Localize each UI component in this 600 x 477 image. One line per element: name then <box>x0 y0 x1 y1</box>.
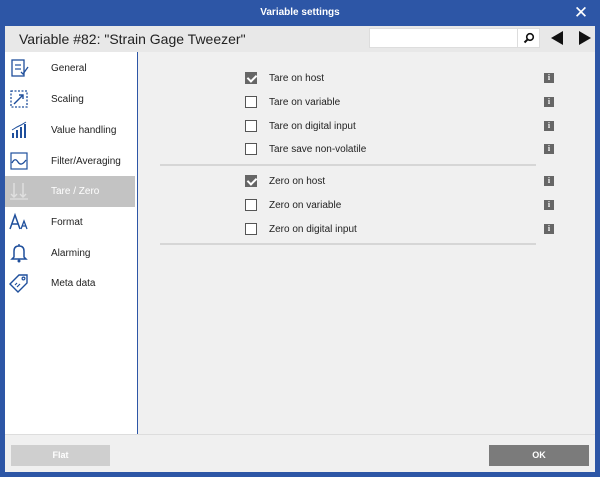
option-label: Tare on host <box>269 72 325 84</box>
sidebar-item-alarming[interactable]: Alarming <box>5 238 135 269</box>
bell-icon <box>10 244 28 263</box>
general-icon <box>11 59 29 77</box>
sidebar-item-scaling[interactable]: Scaling <box>5 84 135 115</box>
sidebar-item-label: Filter/Averaging <box>51 156 121 167</box>
sidebar-item-tare-zero[interactable]: Tare / Zero <box>5 176 135 207</box>
sidebar-item-general[interactable]: General <box>5 53 135 84</box>
zero-on-host-checkbox[interactable] <box>245 175 257 187</box>
info-icon[interactable]: i <box>544 200 554 210</box>
option-zero-on-variable: Zero on variable <box>245 197 555 213</box>
option-label: Tare save non-volatile <box>269 143 367 155</box>
flat-button[interactable]: Flat <box>11 445 110 466</box>
sidebar-item-format[interactable]: Format <box>5 207 135 238</box>
next-variable-button[interactable] <box>579 31 591 45</box>
zero-on-variable-checkbox[interactable] <box>245 199 257 211</box>
filter-icon <box>10 152 28 170</box>
tare-icon <box>10 183 28 200</box>
variable-settings-window: Variable settings ✕ Variable #82: "Strai… <box>0 0 600 477</box>
sidebar-item-value-handling[interactable]: Value handling <box>5 115 135 146</box>
sidebar-item-label: General <box>51 63 87 74</box>
sidebar-item-label: Meta data <box>51 278 96 289</box>
tare-on-digital-input-checkbox[interactable] <box>245 120 257 132</box>
sidebar-item-label: Tare / Zero <box>51 186 100 197</box>
option-zero-on-host: Zero on host <box>245 173 555 189</box>
info-icon[interactable]: i <box>544 97 554 107</box>
option-zero-on-digital-input: Zero on digital input <box>245 221 555 237</box>
info-icon[interactable]: i <box>544 144 554 154</box>
close-icon[interactable]: ✕ <box>572 4 590 22</box>
info-icon[interactable]: i <box>544 224 554 234</box>
sidebar-item-label: Value handling <box>51 125 117 136</box>
variable-title: Variable #82: "Strain Gage Tweezer" <box>19 31 246 47</box>
info-icon[interactable]: i <box>544 176 554 186</box>
zero-on-digital-input-checkbox[interactable] <box>245 223 257 235</box>
option-label: Zero on variable <box>269 199 342 211</box>
option-tare-on-variable: Tare on variable <box>245 94 555 110</box>
option-label: Zero on host <box>269 175 326 187</box>
scaling-icon <box>10 90 28 108</box>
section-divider <box>160 164 536 166</box>
sidebar-item-label: Alarming <box>51 248 91 259</box>
tag-icon <box>9 274 28 293</box>
option-tare-on-digital-input: Tare on digital input <box>245 118 555 134</box>
sidebar-item-label: Scaling <box>51 94 84 105</box>
settings-sidebar: General Scaling Value handling Filter/Av… <box>5 52 137 434</box>
search-icon <box>523 32 534 44</box>
tare-save-non-volatile-checkbox[interactable] <box>245 143 257 155</box>
window-title: Variable settings <box>260 7 340 18</box>
search-button[interactable] <box>517 28 540 48</box>
sidebar-item-meta-data[interactable]: Meta data <box>5 268 135 299</box>
previous-variable-button[interactable] <box>551 31 563 45</box>
search-input[interactable] <box>369 28 519 48</box>
option-tare-save-non-volatile: Tare save non-volatile <box>245 141 555 157</box>
section-divider <box>160 243 536 245</box>
sidebar-item-label: Format <box>51 217 83 228</box>
option-tare-on-host: Tare on host <box>245 70 555 86</box>
sidebar-item-filter-averaging[interactable]: Filter/Averaging <box>5 146 135 177</box>
ok-button[interactable]: OK <box>489 445 589 466</box>
value-handling-icon <box>11 121 27 138</box>
option-label: Tare on variable <box>269 96 341 108</box>
dialog-footer: Flat OK <box>5 434 595 472</box>
option-label: Zero on digital input <box>269 223 357 235</box>
format-icon <box>9 212 28 230</box>
info-icon[interactable]: i <box>544 73 554 83</box>
header-bar: Variable #82: "Strain Gage Tweezer" <box>5 26 595 52</box>
info-icon[interactable]: i <box>544 121 554 131</box>
tare-zero-panel: Tare on host i Tare on variable i Tare o… <box>138 52 595 434</box>
tare-on-host-checkbox[interactable] <box>245 72 257 84</box>
option-label: Tare on digital input <box>269 120 356 132</box>
tare-on-variable-checkbox[interactable] <box>245 96 257 108</box>
